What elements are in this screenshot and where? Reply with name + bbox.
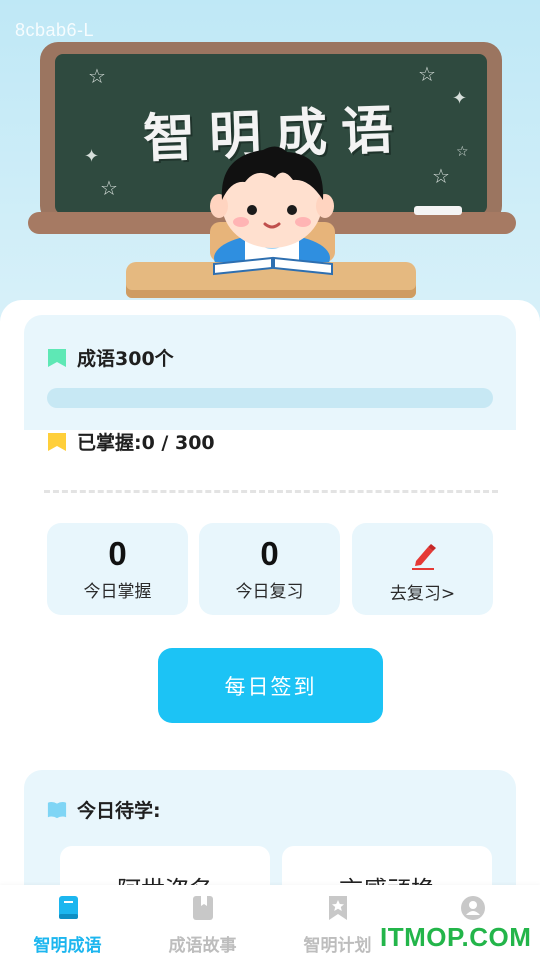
bookmark-book-icon [192, 896, 213, 920]
progress-card [24, 315, 516, 430]
mastered-row: 已掌握:0 / 300 [47, 428, 215, 455]
today-review-value: 0 [260, 535, 279, 572]
flag-icon [48, 432, 66, 451]
open-book-illustration [213, 256, 333, 276]
total-idioms-label: 成语300个 [77, 348, 174, 370]
nav-label-stories: 成语故事 [168, 936, 237, 956]
star-bookmark-icon [328, 896, 347, 920]
site-watermark: ITMOP.COM [380, 922, 532, 952]
chalk [414, 206, 462, 215]
user-icon [460, 896, 485, 920]
star-icon: ☆ [456, 144, 469, 160]
today-mastered-value: 0 [108, 535, 127, 572]
pencil-icon [411, 544, 436, 570]
divider [44, 490, 498, 493]
nav-label-home: 智明成语 [33, 936, 102, 956]
mastery-progress-bar [47, 388, 493, 408]
star-icon: ☆ [432, 164, 450, 188]
mastered-count-label: 已掌握:0 / 300 [77, 432, 215, 454]
go-review-label: 去复习> [389, 584, 456, 604]
nav-item-home[interactable]: 智明成语 [0, 885, 135, 960]
hero-illustration: ☆ ☆ ✦ ✦ ☆ ☆ ☆ 智明成语 [0, 0, 540, 310]
today-review-label: 今日复习 [235, 582, 304, 602]
go-review-button[interactable]: 去复习> [352, 523, 493, 615]
book-icon [58, 896, 78, 919]
today-todo-title: 今日待学: [77, 800, 161, 822]
today-todo-header: 今日待学: [47, 796, 161, 823]
flag-icon [48, 348, 66, 367]
today-review-stat: 0 今日复习 [199, 523, 340, 615]
sparkle-icon: ✦ [452, 88, 468, 109]
daily-checkin-button[interactable]: 每日签到 [158, 648, 383, 723]
total-idioms-row: 成语300个 [47, 344, 174, 371]
book-icon [47, 801, 67, 818]
star-icon: ☆ [100, 176, 118, 200]
today-mastered-stat: 0 今日掌握 [47, 523, 188, 615]
star-icon: ☆ [418, 62, 436, 86]
today-mastered-label: 今日掌握 [83, 582, 152, 602]
star-icon: ☆ [88, 64, 106, 88]
nav-item-stories[interactable]: 成语故事 [135, 885, 270, 960]
sparkle-icon: ✦ [84, 146, 100, 167]
